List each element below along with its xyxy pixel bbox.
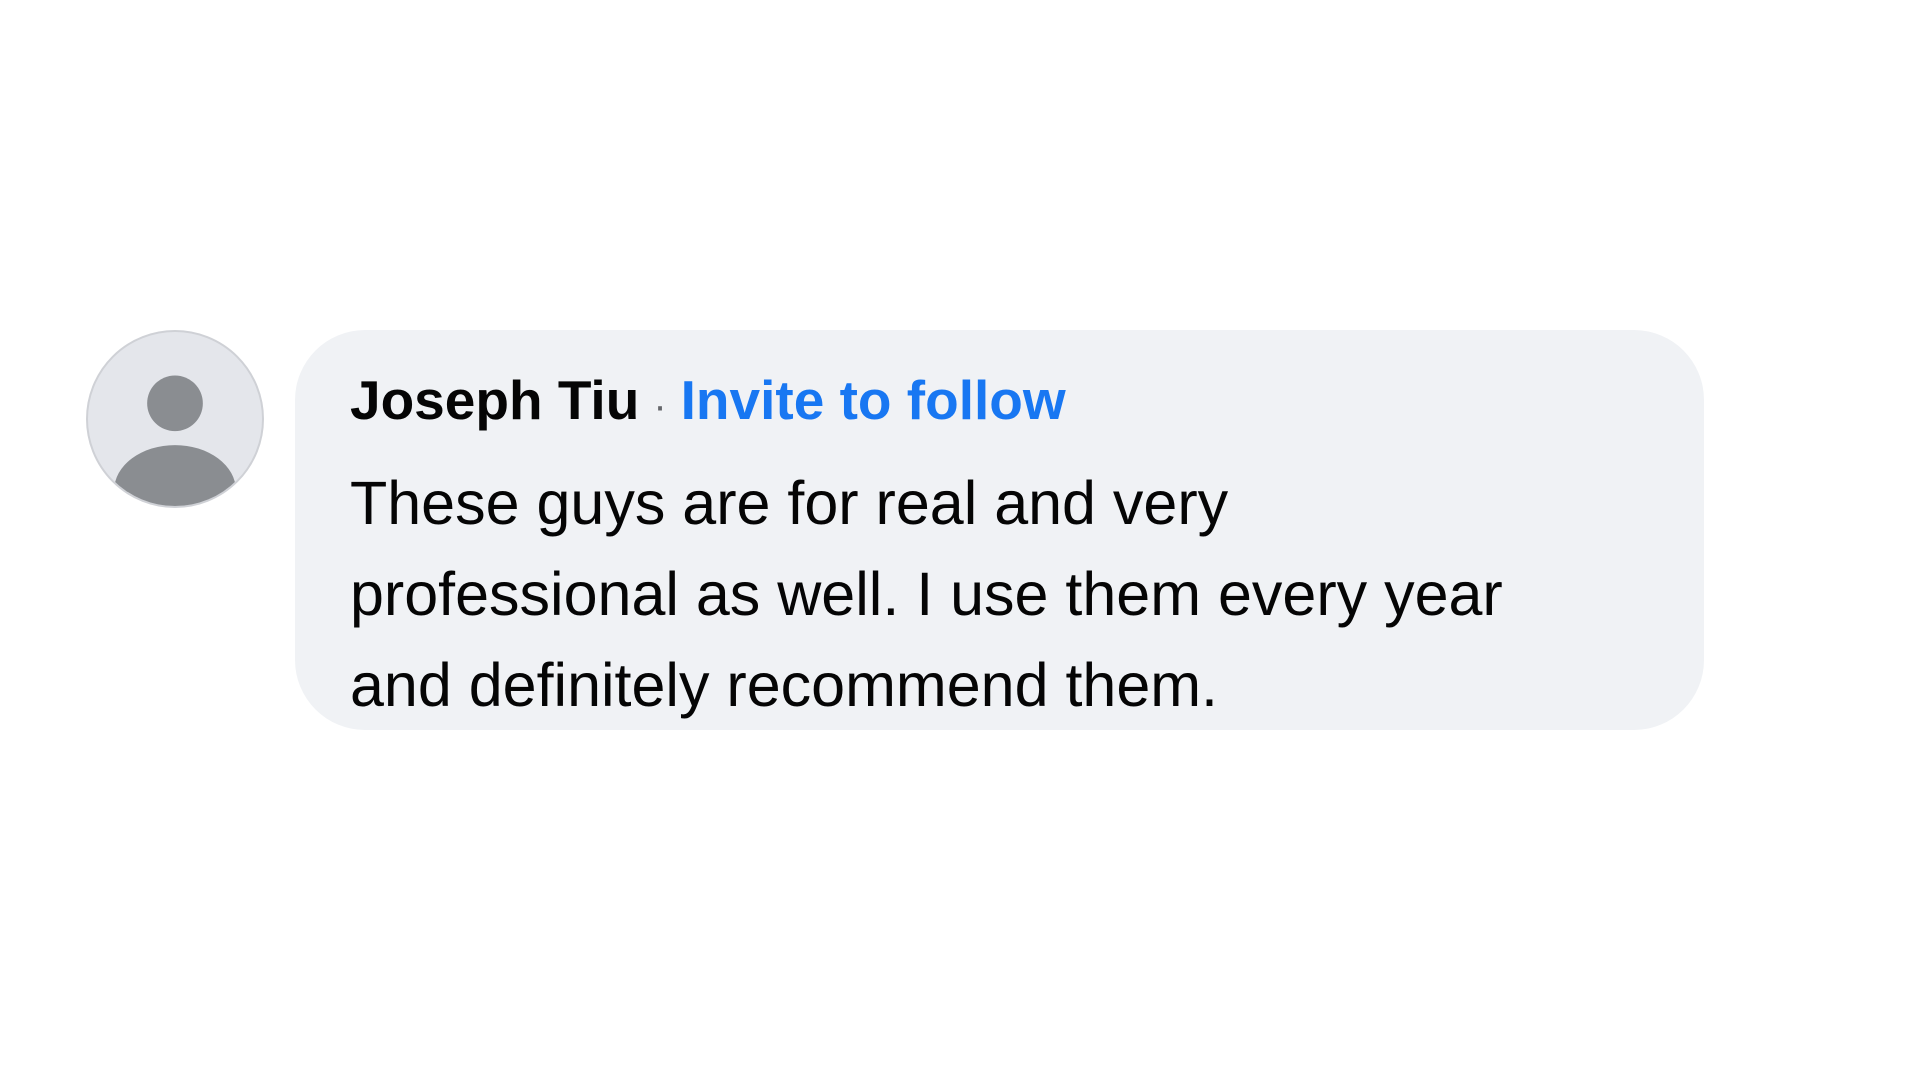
comment-text: These guys are for real and very profess… xyxy=(350,458,1650,731)
comment-text-line: These guys are for real and very xyxy=(350,469,1229,537)
comment-bubble: Joseph Tiu · Invite to follow These guys… xyxy=(295,330,1704,730)
avatar[interactable] xyxy=(86,330,264,508)
comment-header: Joseph Tiu · Invite to follow xyxy=(350,364,1650,442)
comment-text-line: professional as well. I use them every y… xyxy=(350,560,1503,628)
comment: Joseph Tiu · Invite to follow These guys… xyxy=(86,330,1704,730)
separator-dot: · xyxy=(653,384,667,428)
page: Joseph Tiu · Invite to follow These guys… xyxy=(0,0,1920,1080)
invite-to-follow-link[interactable]: Invite to follow xyxy=(681,364,1066,436)
author-name[interactable]: Joseph Tiu xyxy=(350,364,639,436)
default-profile-icon xyxy=(114,375,236,506)
comment-text-line: and definitely recommend them. xyxy=(350,651,1218,719)
